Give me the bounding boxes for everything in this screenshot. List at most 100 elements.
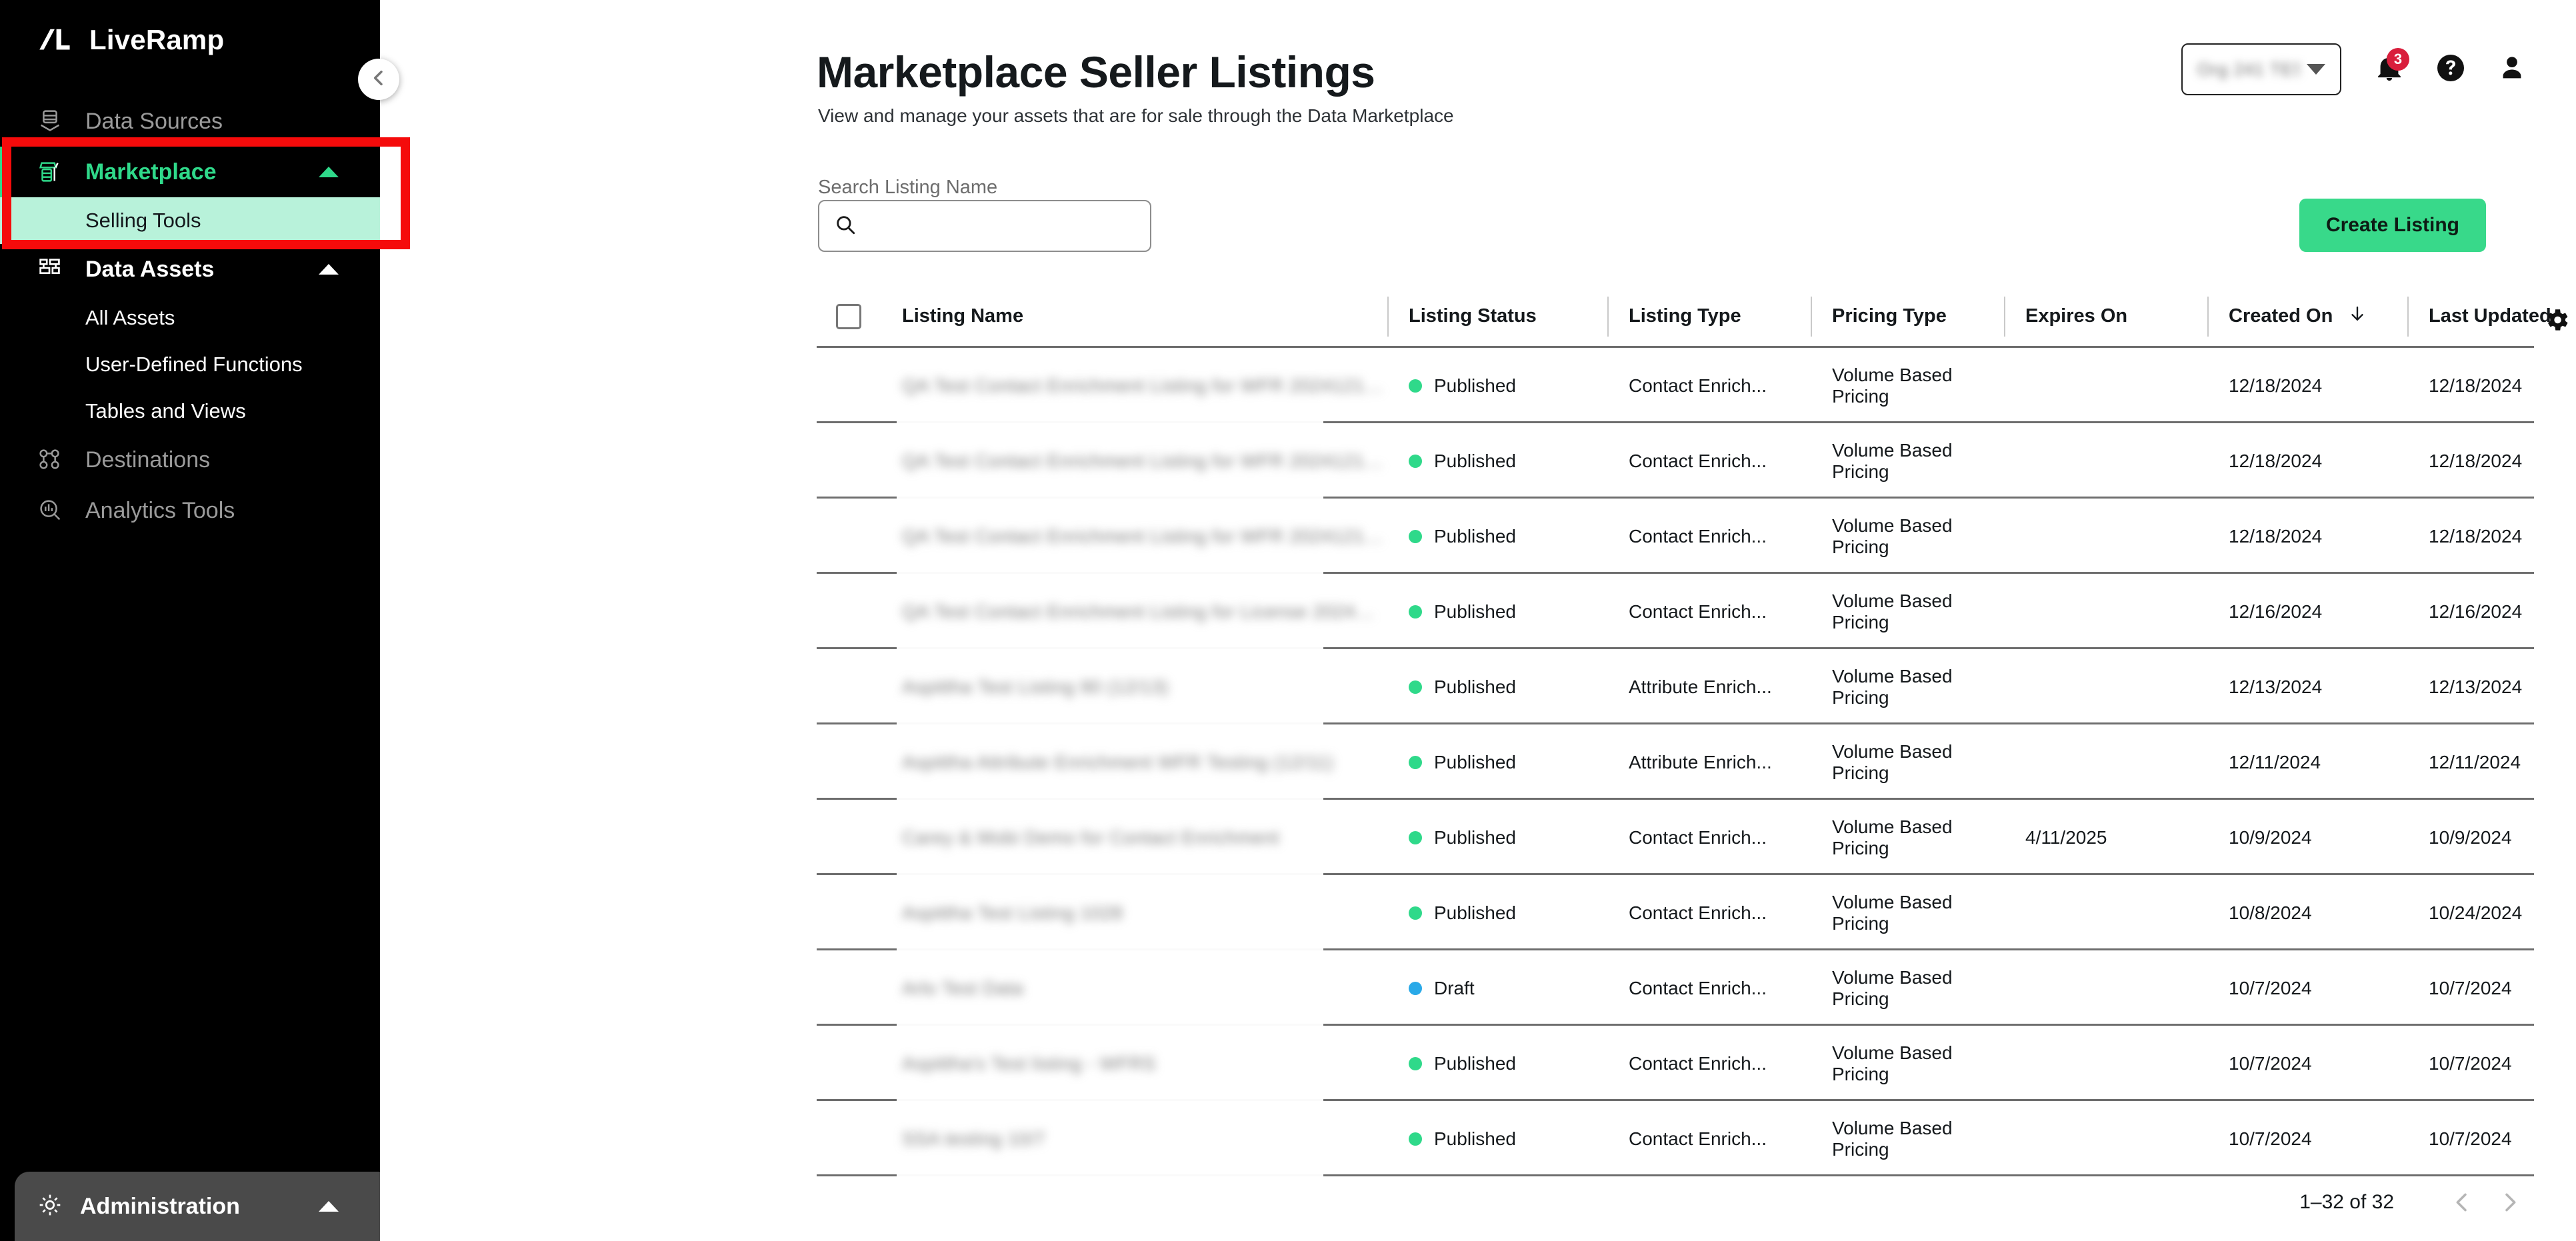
cell-last-updated: 10/24/2024 [2429,902,2523,923]
cell-listing-type: Attribute Enrich... [1629,676,1772,697]
table-header-row: Listing Name Listing Status Listing Type… [817,287,2568,348]
table-body: QA Test Contact Enrichment Listing for W… [817,348,2534,1176]
listing-name-redacted: Aspittha's Test listing - WFRS [902,1052,1156,1074]
status-label: Published [1434,1128,1516,1149]
search-field[interactable] [818,200,1151,252]
cell-pricing-type: Volume Based Pricing [1832,515,1953,557]
sidebar-collapse-button[interactable] [358,59,399,100]
sidebar-item-label: Marketplace [85,159,217,185]
cell-listing-name[interactable]: Aspittha Test Listing 90 (12/13) [881,676,1387,698]
main-content: Marketplace Seller Listings View and man… [380,0,2576,1241]
cell-listing-type: Contact Enrich... [1629,977,1767,998]
cell-created-on: 12/18/2024 [2229,450,2323,471]
status-dot-icon [1409,605,1422,619]
cell-listing-name[interactable]: QA Test Contact Enrichment Listing for L… [881,601,1387,622]
sidebar-item-destinations[interactable]: Destinations [0,435,380,485]
sidebar-item-all-assets[interactable]: All Assets [0,295,380,341]
status-label: Published [1434,1052,1516,1074]
cell-created-on: 12/13/2024 [2229,676,2323,697]
table-settings-button[interactable] [2543,306,2571,339]
cell-listing-name[interactable]: QA Test Contact Enrichment Listing for W… [881,451,1387,472]
cell-listing-name[interactable]: Aspittha's Test listing - WFRS [881,1053,1387,1074]
status-label: Published [1434,450,1516,471]
create-listing-button[interactable]: Create Listing [2299,199,2486,252]
cell-pricing-type: Volume Based Pricing [1832,439,1953,482]
status-dot-icon [1409,1056,1422,1070]
brand-logo[interactable]: LiveRamp [0,0,380,80]
cell-created-on: 12/16/2024 [2229,601,2323,622]
listing-name-redacted: QA Test Contact Enrichment Listing for W… [902,375,1384,396]
table-row[interactable]: QA Test Contact Enrichment Listing for W… [817,423,2534,499]
table-row[interactable]: QA Test Contact Enrichment Listing for L… [817,574,2534,649]
column-header-listing-name[interactable]: Listing Name [881,297,1387,337]
help-button[interactable] [2420,39,2481,100]
column-header-created-on[interactable]: Created On [2207,296,2407,337]
sidebar-item-label: Administration [80,1193,240,1219]
cell-listing-name[interactable]: Carey & Mobi Demo for Contact Enrichment [881,827,1387,848]
table-row[interactable]: SSA testing 10/7 Published Contact Enrich.… [817,1101,2534,1176]
status-dot-icon [1409,529,1422,543]
column-divider [1811,296,1812,337]
sidebar-item-tables-and-views[interactable]: Tables and Views [0,388,380,435]
pagination-prev-button[interactable] [2438,1178,2486,1226]
data-assets-icon [35,254,71,285]
chevron-up-icon[interactable] [319,167,339,177]
cell-pricing-type: Volume Based Pricing [1832,590,1953,632]
cell-listing-name[interactable]: SSA testing 10/7 [881,1128,1387,1150]
search-input[interactable] [867,215,1135,237]
table-row[interactable]: QA Test Contact Enrichment Listing for W… [817,348,2534,423]
table-row[interactable]: Aspittha Test Listing 90 (12/13) Publishe… [817,649,2534,724]
sidebar-subitem-label: Selling Tools [85,209,201,232]
sidebar-item-selling-tools[interactable]: Selling Tools [0,197,380,244]
column-header-pricing-type[interactable]: Pricing Type [1811,296,2004,337]
column-header-label: Created On [2229,305,2333,327]
cell-last-updated: 12/16/2024 [2429,601,2523,622]
cell-listing-type: Contact Enrich... [1629,450,1767,471]
cell-created-on: 12/11/2024 [2229,751,2321,772]
cell-listing-name[interactable]: Aspittha Attribute Enrichment WFR Testin… [881,752,1387,773]
sidebar-item-label: Destinations [85,447,211,473]
column-header-listing-status[interactable]: Listing Status [1387,296,1607,337]
table-row[interactable]: Aspittha Attribute Enrichment WFR Testin… [817,724,2534,800]
liveramp-logo-icon [35,21,73,59]
table-row[interactable]: Carey & Mobi Demo for Contact Enrichment… [817,800,2534,875]
column-header-expires-on[interactable]: Expires On [2004,296,2207,337]
select-all-cell [817,303,881,329]
table-row[interactable]: Aspittha's Test listing - WFRS Published C… [817,1026,2534,1101]
listing-name-redacted: Aspittha Test Listing 1028 [902,902,1123,923]
cell-listing-type: Contact Enrich... [1629,1052,1767,1074]
search-label: Search Listing Name [818,177,998,198]
status-label: Published [1434,751,1516,772]
status-label: Published [1434,902,1516,923]
cell-listing-status: Published [1387,676,1607,698]
sidebar-item-data-assets[interactable]: Data Assets [0,244,380,295]
chevron-up-icon[interactable] [319,264,339,275]
cell-created-on: 12/18/2024 [2229,375,2323,396]
sidebar-item-analytics-tools[interactable]: Analytics Tools [0,485,380,536]
column-header-listing-type[interactable]: Listing Type [1607,296,1811,337]
table-row[interactable]: Arlo Test Data Draft Contact Enrich... Volu… [817,950,2534,1026]
table-row[interactable]: QA Test Contact Enrichment Listing for W… [817,499,2534,574]
cell-listing-status: Published [1387,375,1607,397]
sidebar-item-administration[interactable]: Administration [15,1172,380,1241]
sidebar-item-user-defined-functions[interactable]: User-Defined Functions [0,341,380,388]
status-dot-icon [1409,379,1422,393]
pagination-next-button[interactable] [2486,1178,2534,1226]
table-row[interactable]: Aspittha Test Listing 1028 Published Conta… [817,875,2534,950]
sidebar-item-data-sources[interactable]: Data Sources [0,96,380,147]
cell-listing-name[interactable]: QA Test Contact Enrichment Listing for W… [881,375,1387,397]
chevron-up-icon[interactable] [319,1201,339,1212]
sidebar-item-marketplace[interactable]: Marketplace [0,147,380,197]
status-dot-icon [1409,906,1422,920]
cell-listing-name[interactable]: Aspittha Test Listing 1028 [881,902,1387,924]
account-select[interactable]: Org 241 TEST CUSTOMER [2181,43,2341,95]
column-divider [1387,296,1389,337]
notifications-button[interactable]: 3 [2359,39,2420,100]
cell-listing-name[interactable]: QA Test Contact Enrichment Listing for W… [881,526,1387,547]
profile-button[interactable] [2481,39,2543,100]
pagination: 1–32 of 32 [2299,1178,2534,1226]
cell-listing-name[interactable]: Arlo Test Data [881,978,1387,999]
status-label: Published [1434,525,1516,547]
cell-listing-status: Published [1387,451,1607,472]
select-all-checkbox[interactable] [836,303,861,329]
